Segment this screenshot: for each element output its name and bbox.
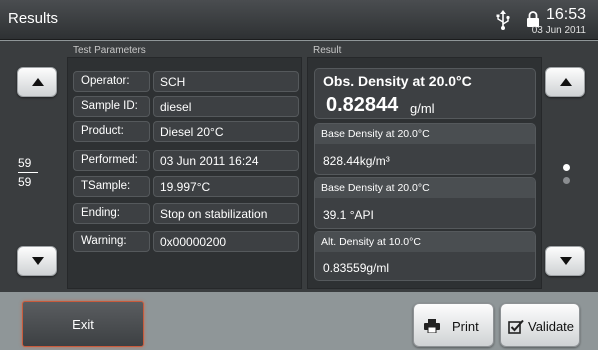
- page-divider: [18, 172, 38, 173]
- result-label: Result: [313, 45, 342, 56]
- param-label: Warning:: [73, 231, 150, 252]
- result-main: Obs. Density at 20.0°C 0.82844 g/ml: [314, 68, 536, 119]
- test-parameters-panel: Operator: SCH Sample ID: diesel Product:…: [67, 57, 302, 289]
- page-total: 59: [18, 175, 32, 189]
- param-label: Ending:: [73, 203, 150, 224]
- validate-button[interactable]: Validate: [500, 303, 580, 347]
- result-item-title: Base Density at 20.0°C: [315, 124, 535, 144]
- result-item-value: 39.1 °API: [323, 208, 374, 222]
- page-current: 59: [18, 156, 32, 170]
- clock-date: 03 Jun 2011: [531, 25, 586, 36]
- scroll-up-button[interactable]: [545, 67, 585, 97]
- arrow-up-icon: [560, 78, 572, 86]
- param-value: Diesel 20°C: [153, 121, 299, 142]
- result-panel: Obs. Density at 20.0°C 0.82844 g/ml Base…: [307, 57, 542, 289]
- right-pager: [545, 57, 587, 289]
- result-item-value: 828.44kg/m³: [323, 154, 390, 168]
- page-title: Results: [8, 10, 59, 27]
- param-label: Operator:: [73, 71, 150, 92]
- param-label: Performed:: [73, 150, 150, 171]
- page-dot: [563, 177, 570, 184]
- param-value: diesel: [153, 96, 299, 117]
- result-item-title: Alt. Density at 10.0°C: [315, 232, 535, 252]
- left-pager: 59 59: [16, 57, 58, 289]
- scroll-down-button[interactable]: [17, 246, 57, 276]
- checkbox-check-icon: [508, 319, 524, 334]
- param-value: 19.997°C: [153, 176, 299, 197]
- param-value: 0x00000200: [153, 231, 299, 252]
- result-item-value: 0.83559g/ml: [323, 261, 390, 275]
- validate-label: Validate: [528, 319, 575, 334]
- param-label: Sample ID:: [73, 96, 150, 117]
- arrow-down-icon: [32, 257, 44, 265]
- page-dot-active: [563, 164, 570, 171]
- printer-icon: [424, 319, 440, 333]
- result-main-value: 0.82844: [326, 94, 399, 116]
- arrow-down-icon: [560, 257, 572, 265]
- param-value: Stop on stabilization: [153, 203, 299, 224]
- scroll-down-button[interactable]: [545, 246, 585, 276]
- clock-time: 16:53: [545, 6, 586, 23]
- param-value: SCH: [153, 71, 299, 92]
- result-item: Base Density at 20.0°C 828.44kg/m³: [314, 123, 536, 175]
- exit-button[interactable]: Exit: [22, 301, 144, 347]
- result-item: Base Density at 20.0°C 39.1 °API: [314, 177, 536, 229]
- arrow-up-icon: [32, 78, 44, 86]
- usb-icon: [496, 10, 510, 30]
- result-main-unit: g/ml: [410, 101, 435, 116]
- param-value: 03 Jun 2011 16:24: [153, 150, 299, 171]
- result-main-title: Obs. Density at 20.0°C: [323, 73, 472, 89]
- result-item-title: Base Density at 20.0°C: [315, 178, 535, 198]
- print-label: Print: [452, 319, 479, 334]
- param-label: TSample:: [73, 176, 150, 197]
- scroll-up-button[interactable]: [17, 67, 57, 97]
- param-label: Product:: [73, 121, 150, 142]
- result-item: Alt. Density at 10.0°C 0.83559g/ml: [314, 231, 536, 281]
- test-parameters-label: Test Parameters: [73, 45, 146, 56]
- print-button[interactable]: Print: [413, 303, 494, 347]
- title-bar: Results 16:53 03 Jun 2011: [0, 0, 598, 40]
